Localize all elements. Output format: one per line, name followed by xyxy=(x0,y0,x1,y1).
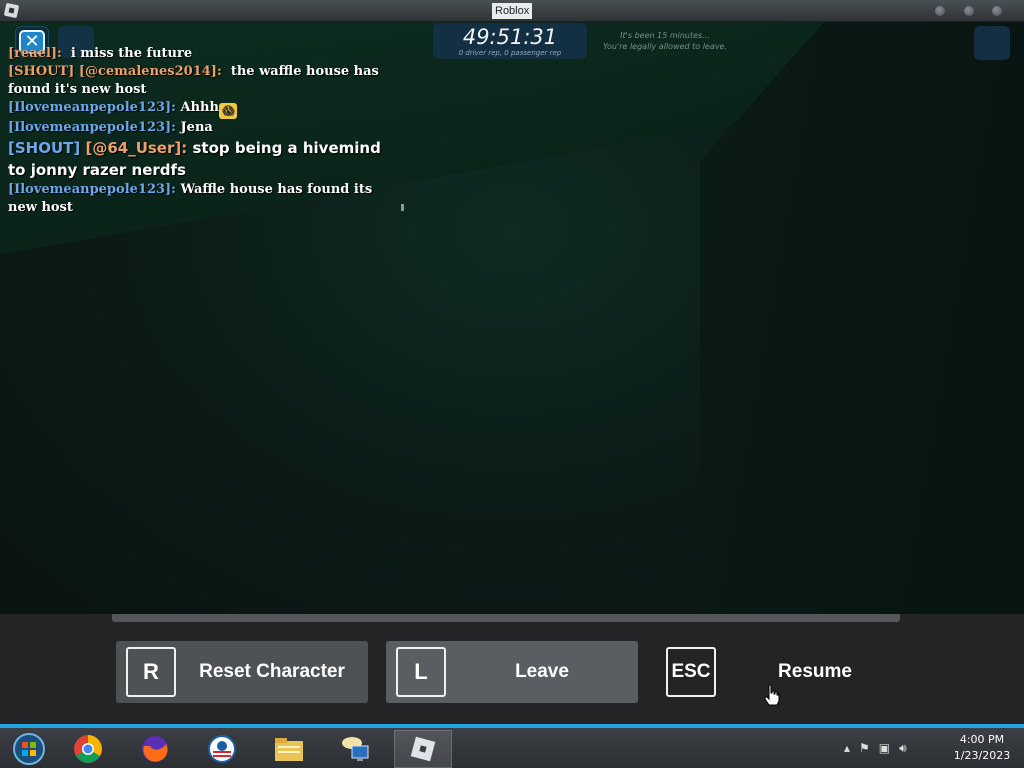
taskbar: ▴ ⚑ ▣ 🔊︎ 4:00 PM 1/23/2023 xyxy=(0,728,1024,768)
leave-hotkey: L xyxy=(396,647,446,697)
chat-message: [Ilovemeanpepole123]: Jena xyxy=(8,119,400,137)
chat-text: Ahhh xyxy=(180,100,219,115)
chat-username: [@cemalenes2014]: xyxy=(78,64,222,79)
reset-character-button[interactable]: R Reset Character xyxy=(116,641,368,703)
leave-button[interactable]: L Leave xyxy=(386,641,638,703)
clock-date: 1/23/2023 xyxy=(953,749,1011,762)
hand-cursor-icon xyxy=(764,684,780,706)
window-titlebar: Roblox xyxy=(0,0,1024,22)
show-hidden-icons-icon[interactable]: ▴ xyxy=(844,741,850,755)
remote-desktop-taskbar-button[interactable] xyxy=(327,730,385,768)
wall-surface xyxy=(700,22,1024,614)
menu-scrollbar[interactable] xyxy=(112,614,900,622)
action-center-flag-icon[interactable]: ⚑ xyxy=(859,741,870,755)
chrome-icon xyxy=(74,735,102,763)
roblox-icon xyxy=(410,736,436,762)
minimize-button[interactable] xyxy=(935,6,945,16)
chat-username: [Ilovemeanpepole123]: xyxy=(8,120,176,135)
game-menu-panel: R Reset Character L Leave ESC Resume xyxy=(0,614,1024,724)
chat-username: [reael]: xyxy=(8,46,62,61)
reset-hotkey: R xyxy=(126,647,176,697)
start-button[interactable] xyxy=(0,730,58,768)
system-tray: ▴ ⚑ ▣ 🔊︎ xyxy=(844,740,907,756)
chat-message: [SHOUT] [@cemalenes2014]: the waffle hou… xyxy=(8,63,400,99)
timer-panel: 49:51:31 0 driver rep, 0 passenger rep xyxy=(433,23,587,59)
chat-message: [reael]: i miss the future xyxy=(8,45,400,63)
scream-emoji-icon: 😱 xyxy=(218,103,237,119)
chat-text: Jena xyxy=(180,120,213,135)
timer-display: 49:51:31 xyxy=(462,25,558,49)
maximize-button[interactable] xyxy=(964,6,974,16)
leave-label: Leave xyxy=(515,661,569,682)
firefox-icon xyxy=(142,736,168,762)
file-explorer-taskbar-button[interactable] xyxy=(260,730,318,768)
chat-window: [reael]: i miss the future [SHOUT] [@cem… xyxy=(8,45,400,217)
reset-character-label: Reset Character xyxy=(199,661,345,682)
chat-shout-tag: [SHOUT] xyxy=(8,64,75,79)
obama-taskbar-button[interactable] xyxy=(193,730,251,768)
chat-message: [Ilovemeanpepole123]: Waffle house has f… xyxy=(8,181,400,217)
window-title: Roblox xyxy=(492,3,533,19)
notice-line-2: You're legally allowed to leave. xyxy=(603,42,727,51)
chat-scroll-indicator xyxy=(401,204,404,211)
chat-text: i miss the future xyxy=(70,46,193,61)
top-right-button[interactable] xyxy=(974,26,1010,60)
windows-start-icon xyxy=(13,733,45,765)
chat-message: [Ilovemeanpepole123]: Ahhh 😱 xyxy=(8,99,400,119)
rep-counter: 0 driver rep, 0 passenger rep xyxy=(458,49,562,57)
chat-username: [Ilovemeanpepole123]: xyxy=(8,182,176,197)
clock-time: 4:00 PM xyxy=(959,733,1005,746)
file-explorer-icon xyxy=(275,738,303,761)
obama-logo-icon xyxy=(208,735,236,763)
leave-notice: It's been 15 minutes... You're legally a… xyxy=(600,30,730,52)
chat-username: [Ilovemeanpepole123]: xyxy=(8,100,176,115)
roblox-app-icon xyxy=(3,2,20,19)
chat-shout-tag: [SHOUT] xyxy=(8,139,81,157)
resume-hotkey[interactable]: ESC xyxy=(666,647,716,697)
close-window-button[interactable] xyxy=(992,6,1002,16)
chat-message: [SHOUT] [@64_User]: stop being a hivemin… xyxy=(8,137,400,181)
volume-icon[interactable]: 🔊︎ xyxy=(899,741,907,756)
remote-desktop-icon xyxy=(342,737,369,761)
taskbar-clock[interactable]: 4:00 PM 1/23/2023 xyxy=(944,732,1020,764)
roblox-taskbar-button[interactable] xyxy=(394,730,452,768)
network-icon[interactable]: ▣ xyxy=(879,741,890,755)
notice-line-1: It's been 15 minutes... xyxy=(620,31,710,40)
chat-username: [@64_User]: xyxy=(85,139,188,157)
chrome-taskbar-button[interactable] xyxy=(59,730,117,768)
firefox-taskbar-button[interactable] xyxy=(126,730,184,768)
